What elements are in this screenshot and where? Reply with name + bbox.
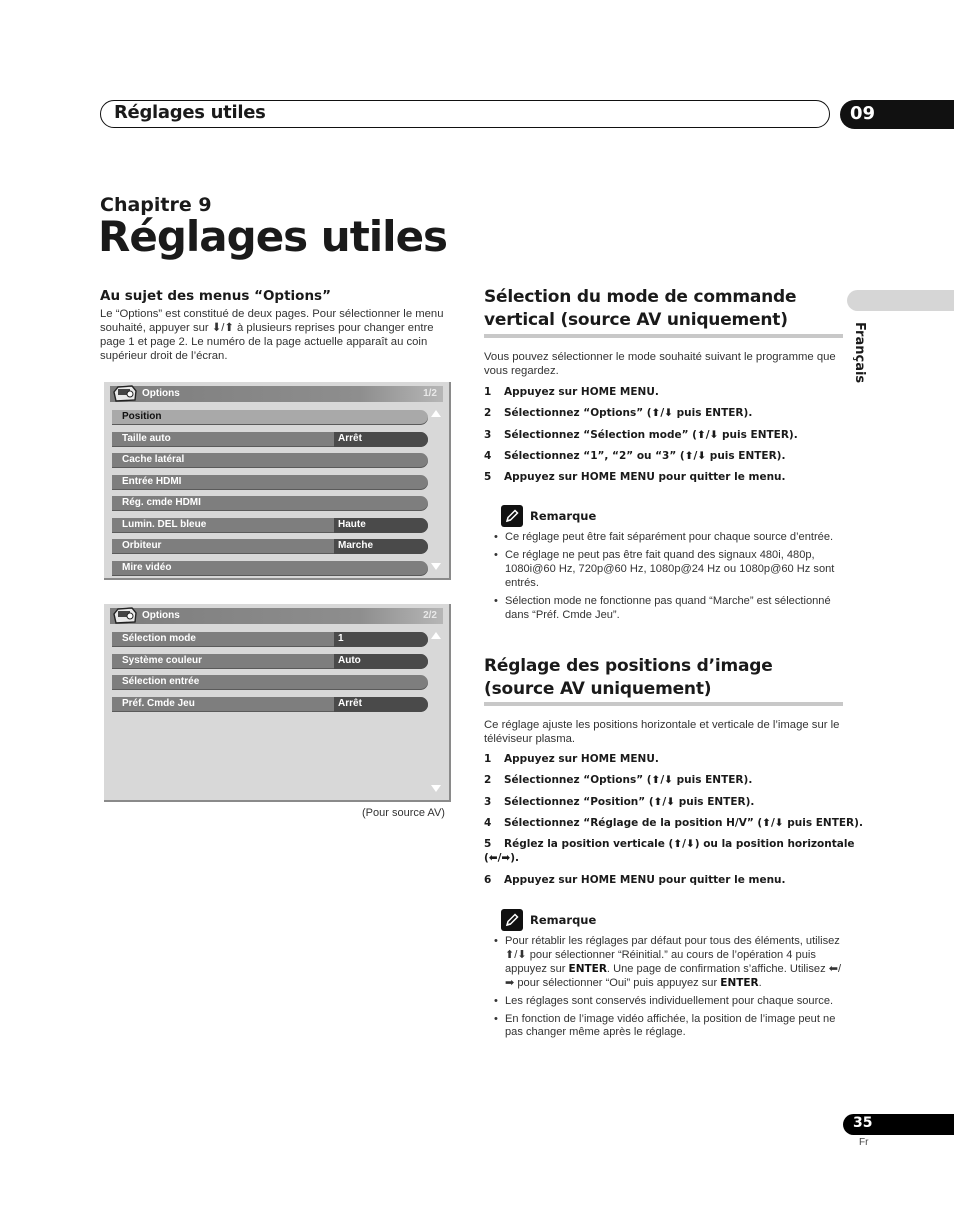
osd-row-value: Haute [334, 517, 428, 533]
osd-row-value: 1 [334, 632, 428, 647]
step-item: 4 Sélectionnez “1”, “2” ou “3” (⬆/⬇ puis … [484, 450, 786, 462]
scroll-up-arrow-icon[interactable] [431, 632, 441, 639]
note-item: En fonction de l’image vidéo affichée, l… [494, 1013, 844, 1041]
running-header-title: Réglages utiles [114, 102, 266, 123]
note-item: Ce réglage ne peut pas être fait quand d… [494, 549, 844, 591]
osd-row-mire-video[interactable]: Mire vidéo [112, 560, 428, 576]
section-intro: Vous pouvez sélectionner le mode souhait… [484, 351, 836, 377]
osd-row-taille-auto[interactable]: Taille auto Arrêt [112, 431, 428, 447]
note-heading-row: Remarque [501, 909, 596, 931]
remote-control-icon [113, 607, 137, 624]
osd-row-selection-entree[interactable]: Sélection entrée [112, 675, 428, 690]
step-item: 5 Réglez la position verticale (⬆/⬇) ou l… [484, 838, 855, 850]
osd-title: Options [142, 388, 180, 399]
osd-row-reg-cmde-hdmi[interactable]: Rég. cmde HDMI [112, 496, 428, 511]
menu-caption: (Pour source AV) [362, 807, 445, 819]
osd-title-bar: Options 1/2 [110, 385, 443, 402]
step-item: 2 Sélectionnez “Options” (⬆/⬇ puis ENTER)… [484, 407, 753, 419]
scroll-up-arrow-icon[interactable] [431, 410, 441, 417]
note-heading-row: Remarque [501, 505, 596, 527]
options-menu-heading: Au sujet des menus “Options” [100, 288, 331, 304]
osd-row-entree-hdmi[interactable]: Entrée HDMI [112, 474, 428, 490]
chapter-number: 09 [850, 103, 876, 124]
steps-list-image-position: 1 Appuyez sur HOME MENU. 2 Sélectionnez “O… [484, 753, 863, 893]
step-item: 5 Appuyez sur HOME MENU pour quitter le m… [484, 471, 786, 483]
osd-page-indicator: 1/2 [423, 388, 437, 399]
osd-row-pref-cmde-jeu[interactable]: Préf. Cmde Jeu Arrêt [112, 696, 428, 712]
page-language-code: Fr [859, 1137, 869, 1148]
osd-row-systeme-couleur[interactable]: Système couleur Auto [112, 653, 428, 669]
step-item: 3 Sélectionnez “Sélection mode” (⬆/⬇ puis… [484, 429, 798, 441]
osd-row-cache-lateral[interactable]: Cache latéral [112, 453, 428, 468]
note-item: Pour rétablir les réglages par défaut po… [494, 935, 844, 991]
chapter-title: Réglages utiles [98, 212, 448, 261]
language-label: Français [852, 322, 867, 384]
pencil-note-icon [501, 909, 523, 931]
osd-page-indicator: 2/2 [423, 610, 437, 621]
options-menu-page-2: Options 2/2 Sélection mode 1 Système cou… [104, 604, 451, 802]
step-item: 1 Appuyez sur HOME MENU. [484, 386, 659, 398]
section-rule [484, 334, 843, 338]
scroll-down-arrow-icon[interactable] [431, 563, 441, 570]
notes-vertical-mode: Ce réglage peut être fait séparément pou… [494, 531, 844, 626]
section-rule [484, 702, 843, 706]
language-tab [847, 290, 954, 311]
section-title-vertical-mode: Sélection du mode de commande vertical (… [484, 287, 797, 330]
scroll-down-arrow-icon[interactable] [431, 785, 441, 792]
step-item: 2 Sélectionnez “Options” (⬆/⬇ puis ENTER)… [484, 774, 753, 786]
section-title-image-position: Réglage des positions d’image (source AV… [484, 656, 773, 699]
osd-title-bar: Options 2/2 [110, 607, 443, 624]
osd-row-orbiteur[interactable]: Orbiteur Marche [112, 539, 428, 554]
options-menu-paragraph: Le “Options” est constitué de deux pages… [100, 308, 444, 362]
osd-title: Options [142, 610, 180, 621]
page-number: 35 [853, 1115, 873, 1131]
step-item-continuation: (⬅/➡). [484, 852, 520, 864]
step-item: 6 Appuyez sur HOME MENU pour quitter le m… [484, 874, 786, 886]
osd-row-value: Marche [334, 539, 428, 554]
step-item: 4 Sélectionnez “Réglage de la position H/… [484, 817, 863, 829]
notes-image-position: Pour rétablir les réglages par défaut po… [494, 935, 844, 1044]
osd-row-value: Auto [334, 653, 428, 669]
osd-row-position[interactable]: Position [112, 410, 428, 425]
remote-control-icon [113, 385, 137, 402]
note-item: Sélection mode ne fonctionne pas quand “… [494, 595, 844, 623]
osd-row-value: Arrêt [334, 431, 428, 447]
steps-list-vertical-mode: 1 Appuyez sur HOME MENU. 2 Sélectionnez “O… [484, 386, 844, 486]
osd-row-selection-mode[interactable]: Sélection mode 1 [112, 632, 428, 647]
note-item: Ce réglage peut être fait séparément pou… [494, 531, 844, 545]
step-item: 3 Sélectionnez “Position” (⬆/⬇ puis ENTER… [484, 796, 755, 808]
osd-row-value: Arrêt [334, 696, 428, 712]
section-intro: Ce réglage ajuste les positions horizont… [484, 719, 840, 745]
step-item: 1 Appuyez sur HOME MENU. [484, 753, 659, 765]
note-item: Les réglages sont conservés individuelle… [494, 995, 844, 1009]
osd-row-lumin-del-bleue[interactable]: Lumin. DEL bleue Haute [112, 517, 428, 533]
pencil-note-icon [501, 505, 523, 527]
options-menu-page-1: Options 1/2 Position Taille auto Arrêt C… [104, 382, 451, 580]
